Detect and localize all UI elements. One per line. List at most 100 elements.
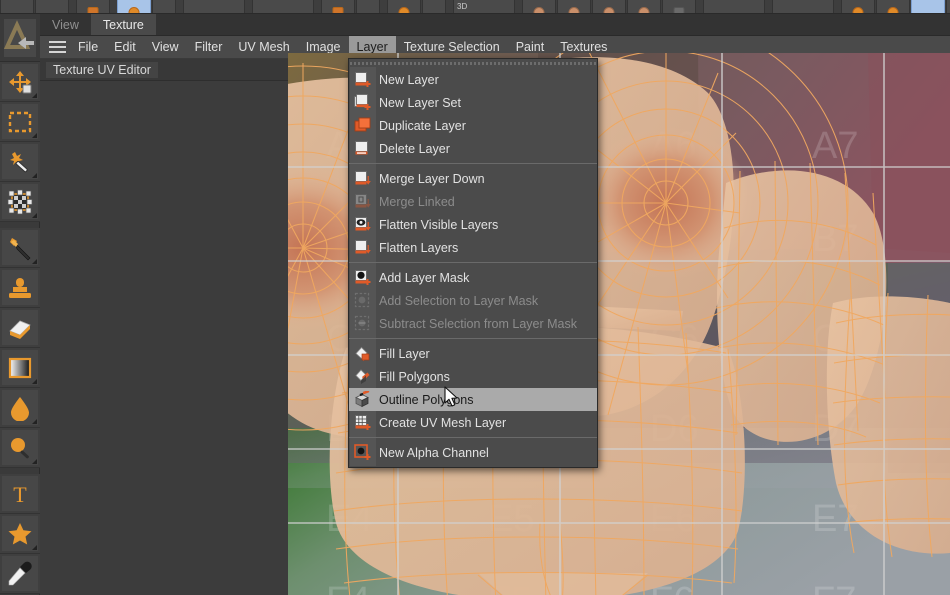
menu-separator	[349, 163, 597, 164]
chevron-down-icon[interactable]	[356, 0, 380, 13]
transform-tool[interactable]	[0, 182, 40, 222]
menu-item-add-layer-mask[interactable]: Add Layer Mask	[349, 266, 597, 289]
menu-bottom-padding	[349, 464, 597, 467]
flatten-visible-icon	[349, 213, 375, 236]
toolbar-group[interactable]	[252, 0, 315, 13]
bar-icon[interactable]	[662, 0, 696, 13]
menu-item-new-layer-set[interactable]: New Layer Set	[349, 91, 597, 114]
toolbar-group[interactable]	[841, 0, 950, 13]
menu-item-view[interactable]: View	[144, 36, 187, 59]
menu-item-add-selection-to-layer-mask[interactable]: Add Selection to Layer Mask	[349, 289, 597, 312]
merge-down-icon	[349, 167, 375, 190]
toolbar-group[interactable]	[321, 0, 381, 13]
stamp-tool[interactable]	[0, 268, 40, 308]
toolbar-group[interactable]	[703, 0, 766, 13]
fill-polygons-icon	[349, 365, 375, 388]
render-icon[interactable]	[321, 0, 355, 13]
texture-icon[interactable]	[76, 0, 110, 13]
menu-item-filter[interactable]: Filter	[187, 36, 231, 59]
menu-item-merge-linked[interactable]: Merge Linked	[349, 190, 597, 213]
eraser-tool[interactable]	[0, 308, 40, 348]
rect-select-tool[interactable]	[0, 102, 40, 142]
menu-item-label: Create UV Mesh Layer	[379, 415, 507, 430]
menu-item-new-alpha-channel[interactable]: New Alpha Channel	[349, 441, 597, 464]
fill-layer-icon	[349, 342, 375, 365]
outline-polygons-icon	[349, 388, 375, 411]
shape-tool[interactable]	[0, 514, 40, 554]
text-tool[interactable]: T	[0, 474, 40, 514]
gradient-tool[interactable]	[0, 348, 40, 388]
menu-item-fill-polygons[interactable]: Fill Polygons	[349, 365, 597, 388]
layer-dropdown-menu[interactable]: New Layer New Layer Set Duplicate Layer	[348, 58, 598, 468]
menu-item-label: New Layer	[379, 72, 439, 87]
bake-icon[interactable]	[946, 0, 950, 13]
select-icon[interactable]	[35, 0, 69, 13]
menu-item-label: Add Selection to Layer Mask	[379, 293, 539, 308]
chevron-down-icon[interactable]	[152, 0, 176, 13]
top-toolbar[interactable]: 3D	[0, 0, 950, 14]
sphere-icon[interactable]	[117, 0, 151, 13]
merge-linked-icon	[349, 190, 375, 213]
menu-item-duplicate-layer[interactable]: Duplicate Layer	[349, 114, 597, 137]
menu-item-delete-layer[interactable]: Delete Layer	[349, 137, 597, 160]
skin-swatch-icon[interactable]	[522, 0, 556, 13]
menu-item-label: Subtract Selection from Layer Mask	[379, 316, 577, 331]
menu-item-outline-polygons[interactable]: Outline Polygons	[349, 388, 597, 411]
toolbar-group[interactable]	[772, 0, 835, 13]
menu-tearoff-handle[interactable]	[350, 60, 596, 67]
left-toolbar[interactable]: T	[0, 14, 40, 595]
menu-item-label: Merge Linked	[379, 194, 455, 209]
menu-separator	[349, 262, 597, 263]
fill-tool[interactable]	[0, 388, 40, 428]
menu-item-merge-layer-down[interactable]: Merge Layer Down	[349, 167, 597, 190]
mode-3d-icon[interactable]: 3D	[453, 0, 515, 13]
skin-swatch-icon[interactable]	[592, 0, 626, 13]
menu-item-label: Delete Layer	[379, 141, 450, 156]
tab-texture[interactable]: Texture	[90, 14, 156, 35]
hamburger-menu-icon[interactable]	[44, 36, 70, 59]
menu-item-file[interactable]: File	[70, 36, 106, 59]
subtract-selection-mask-icon	[349, 312, 375, 335]
panel-tabs[interactable]: View Texture	[40, 14, 950, 36]
menu-item-label: Outline Polygons	[379, 392, 474, 407]
move-tool[interactable]	[0, 62, 40, 102]
undo-arrow-icon[interactable]	[0, 14, 40, 62]
magic-wand-tool[interactable]	[0, 142, 40, 182]
zoom-tool[interactable]	[0, 428, 40, 468]
menu-item-new-layer[interactable]: New Layer	[349, 68, 597, 91]
toolbar-group[interactable]	[76, 0, 111, 13]
menu-item-create-uv-mesh-layer[interactable]: Create UV Mesh Layer	[349, 411, 597, 434]
menu-item-label: New Layer Set	[379, 95, 461, 110]
scene-icon[interactable]	[252, 0, 314, 13]
axis-icon[interactable]	[703, 0, 765, 13]
toolbar-group[interactable]	[183, 0, 246, 13]
cursor-icon[interactable]	[0, 0, 34, 13]
menu-item-edit[interactable]: Edit	[106, 36, 144, 59]
toolbar-group[interactable]	[117, 0, 177, 13]
light-icon[interactable]	[183, 0, 245, 13]
grid-icon[interactable]	[772, 0, 834, 13]
tab-view[interactable]: View	[40, 14, 91, 35]
menu-item-fill-layer[interactable]: Fill Layer	[349, 342, 597, 365]
menu-item-label: Flatten Visible Layers	[379, 217, 499, 232]
menu-item-subtract-selection-from-layer-mask[interactable]: Subtract Selection from Layer Mask	[349, 312, 597, 335]
menu-item-flatten-visible-layers[interactable]: Flatten Visible Layers	[349, 213, 597, 236]
material-icon[interactable]	[387, 0, 421, 13]
paint-icon[interactable]	[841, 0, 875, 13]
toolbar-group[interactable]	[387, 0, 447, 13]
brush-tool[interactable]	[0, 228, 40, 268]
skin-swatch-icon[interactable]	[557, 0, 591, 13]
brush-icon[interactable]	[876, 0, 910, 13]
svg-text:F7: F7	[812, 580, 856, 595]
skin-swatch-icon[interactable]	[627, 0, 661, 13]
toolbar-group[interactable]	[522, 0, 697, 13]
new-layer-set-icon	[349, 91, 375, 114]
chevron-down-icon[interactable]	[422, 0, 446, 13]
uv-icon[interactable]	[911, 0, 945, 13]
toolbar-group[interactable]: 3D	[453, 0, 516, 13]
menu-separator	[349, 437, 597, 438]
toolbar-group[interactable]	[0, 0, 70, 13]
menu-item-label: Add Layer Mask	[379, 270, 470, 285]
menu-item-flatten-layers[interactable]: Flatten Layers	[349, 236, 597, 259]
eyedropper-tool[interactable]	[0, 554, 40, 594]
